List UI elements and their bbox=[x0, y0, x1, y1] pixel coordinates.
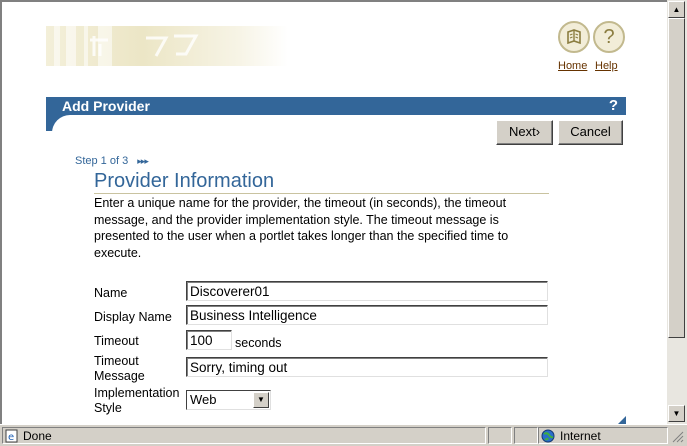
title-bar-underline-gap bbox=[74, 115, 626, 118]
help-question-glyph: ? bbox=[603, 26, 615, 48]
timeout-message-field[interactable]: Sorry, timing out bbox=[186, 357, 548, 377]
page-title-bar: Add Provider ? bbox=[46, 97, 626, 115]
title-bar-curve bbox=[46, 115, 92, 145]
browser-viewport: ? Home Help Add Provider ? Next› Cancel … bbox=[0, 0, 667, 424]
step-text: Step 1 of 3 bbox=[75, 155, 129, 167]
implementation-style-select[interactable]: Web ▼ bbox=[186, 390, 271, 410]
timeout-message-label-line1: Timeout bbox=[94, 354, 139, 368]
help-question-icon[interactable]: ? bbox=[593, 21, 625, 53]
resize-grip-icon[interactable] bbox=[670, 429, 684, 443]
step-indicator: Step 1 of 3 ▸▸▸ bbox=[75, 155, 149, 167]
help-link[interactable]: Help bbox=[595, 60, 618, 72]
scrollbar-thumb[interactable] bbox=[668, 18, 685, 338]
status-cell-3 bbox=[514, 427, 538, 444]
name-field[interactable]: Discoverer01 bbox=[186, 281, 548, 301]
timeout-unit-label: seconds bbox=[235, 336, 282, 350]
status-bar: e Done Internet bbox=[0, 424, 687, 445]
scroll-down-icon[interactable]: ▼ bbox=[668, 405, 685, 422]
status-cell-2 bbox=[488, 427, 512, 444]
status-cell-main: e Done bbox=[2, 427, 486, 444]
next-button[interactable]: Next› bbox=[496, 120, 553, 145]
zone-text: Internet bbox=[560, 429, 601, 443]
home-link[interactable]: Home bbox=[558, 60, 587, 72]
scroll-up-icon[interactable]: ▲ bbox=[668, 1, 685, 18]
next-button-label: Next bbox=[508, 124, 536, 139]
next-arrow-icon: › bbox=[535, 124, 541, 139]
section-title: Provider Information bbox=[94, 170, 275, 192]
implementation-style-value: Web bbox=[190, 392, 217, 407]
section-description: Enter a unique name for the provider, th… bbox=[94, 196, 509, 260]
globe-icon bbox=[541, 429, 555, 443]
status-cell-zone: Internet bbox=[538, 427, 668, 444]
ie-page-icon: e bbox=[5, 429, 18, 443]
display-name-field[interactable]: Business Intelligence bbox=[186, 305, 548, 325]
timeout-field[interactable]: 100 bbox=[186, 330, 232, 350]
home-book-icon[interactable] bbox=[558, 21, 590, 53]
status-text: Done bbox=[23, 429, 52, 443]
timeout-message-label-line2: Message bbox=[94, 369, 145, 383]
titlebar-help-icon[interactable]: ? bbox=[609, 97, 618, 115]
implementation-style-label: Implementation Style bbox=[94, 386, 179, 416]
section-divider bbox=[94, 193, 549, 194]
display-name-label: Display Name bbox=[94, 310, 172, 324]
implementation-style-label-line1: Implementation bbox=[94, 386, 180, 400]
timeout-label: Timeout bbox=[94, 334, 139, 348]
timeout-message-label: Timeout Message bbox=[94, 354, 145, 384]
name-label: Name bbox=[94, 286, 128, 300]
implementation-style-label-line2: Style bbox=[94, 401, 122, 415]
cancel-button-label: Cancel bbox=[570, 124, 611, 139]
corner-decoration bbox=[618, 416, 626, 424]
step-arrows-icon: ▸▸▸ bbox=[137, 156, 149, 166]
svg-text:e: e bbox=[8, 432, 14, 443]
vertical-scrollbar[interactable]: ▲ ▼ bbox=[667, 0, 687, 424]
cancel-button[interactable]: Cancel bbox=[558, 120, 623, 145]
page-title: Add Provider bbox=[62, 98, 150, 114]
portal-logo-banner bbox=[46, 26, 288, 66]
dropdown-arrow-icon[interactable]: ▼ bbox=[253, 392, 269, 408]
